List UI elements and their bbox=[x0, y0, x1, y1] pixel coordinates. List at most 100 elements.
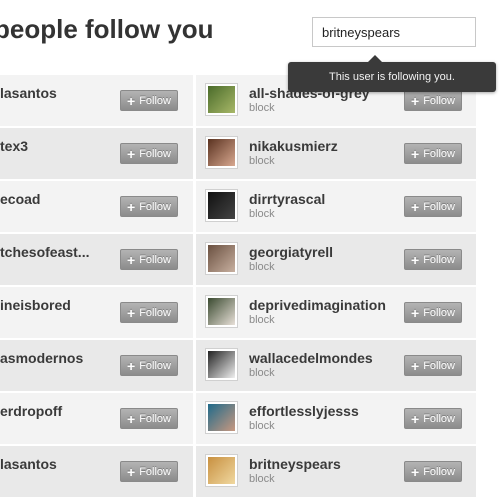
follow-button[interactable]: + Follow bbox=[404, 408, 462, 429]
follower-row: effortlesslyjesss block + Follow bbox=[196, 393, 476, 444]
avatar-image bbox=[208, 404, 235, 431]
follow-button[interactable]: + Follow bbox=[404, 461, 462, 482]
follow-button-label: Follow bbox=[139, 412, 171, 425]
follow-button[interactable]: + Follow bbox=[120, 302, 178, 323]
follow-button[interactable]: + Follow bbox=[404, 90, 462, 111]
follow-button-label: Follow bbox=[423, 465, 455, 478]
follower-row: lasantos + Follow bbox=[0, 75, 193, 126]
follower-row: ineisbored + Follow bbox=[0, 287, 193, 338]
username-link[interactable]: britneyspears bbox=[249, 456, 341, 472]
follow-button-label: Follow bbox=[139, 465, 171, 478]
followers-grid: lasantos + Follow tex3 + Follow ecoad + Follow tc… bbox=[0, 74, 500, 502]
follow-button[interactable]: + Follow bbox=[120, 196, 178, 217]
avatar[interactable] bbox=[205, 454, 238, 487]
username-link[interactable]: ineisbored bbox=[0, 297, 71, 313]
plus-icon: + bbox=[411, 357, 420, 374]
plus-icon: + bbox=[127, 198, 136, 215]
plus-icon: + bbox=[411, 145, 420, 162]
username-link[interactable]: wallacedelmondes bbox=[249, 350, 373, 366]
avatar[interactable] bbox=[205, 295, 238, 328]
plus-icon: + bbox=[127, 251, 136, 268]
avatar[interactable] bbox=[205, 83, 238, 116]
username-link[interactable]: nikakusmierz bbox=[249, 138, 338, 154]
follower-row: erdropoff + Follow bbox=[0, 393, 193, 444]
follow-button[interactable]: + Follow bbox=[120, 143, 178, 164]
username-link[interactable]: deprivedimagination bbox=[249, 297, 386, 313]
plus-icon: + bbox=[411, 463, 420, 480]
follow-button-label: Follow bbox=[139, 359, 171, 372]
avatar[interactable] bbox=[205, 348, 238, 381]
follower-row: wallacedelmondes block + Follow bbox=[196, 340, 476, 391]
follower-row: asmodernos + Follow bbox=[0, 340, 193, 391]
follower-row: nikakusmierz block + Follow bbox=[196, 128, 476, 179]
plus-icon: + bbox=[411, 304, 420, 321]
follow-button[interactable]: + Follow bbox=[120, 90, 178, 111]
avatar[interactable] bbox=[205, 242, 238, 275]
username-link[interactable]: lasantos bbox=[0, 456, 57, 472]
username-link[interactable]: effortlesslyjesss bbox=[249, 403, 359, 419]
follow-button[interactable]: + Follow bbox=[120, 355, 178, 376]
avatar-image bbox=[208, 245, 235, 272]
follow-button-label: Follow bbox=[423, 253, 455, 266]
avatar-image bbox=[208, 298, 235, 325]
follower-row: deprivedimagination block + Follow bbox=[196, 287, 476, 338]
plus-icon: + bbox=[127, 463, 136, 480]
follow-button-label: Follow bbox=[423, 200, 455, 213]
follower-row: dirrtyrascal block + Follow bbox=[196, 181, 476, 232]
follow-button[interactable]: + Follow bbox=[120, 249, 178, 270]
follow-button[interactable]: + Follow bbox=[404, 302, 462, 323]
follow-button-label: Follow bbox=[423, 94, 455, 107]
username-link[interactable]: lasantos bbox=[0, 85, 57, 101]
follower-row: georgiatyrell block + Follow bbox=[196, 234, 476, 285]
username-link[interactable]: asmodernos bbox=[0, 350, 83, 366]
follow-button-label: Follow bbox=[423, 359, 455, 372]
follow-button[interactable]: + Follow bbox=[120, 461, 178, 482]
username-link[interactable]: ecoad bbox=[0, 191, 40, 207]
follower-row: britneyspears block + Follow bbox=[196, 446, 476, 497]
follow-button[interactable]: + Follow bbox=[120, 408, 178, 429]
follow-button-label: Follow bbox=[423, 412, 455, 425]
plus-icon: + bbox=[127, 410, 136, 427]
avatar-image bbox=[208, 192, 235, 219]
avatar-image bbox=[208, 457, 235, 484]
follow-button-label: Follow bbox=[139, 147, 171, 160]
follower-row: tchesofeast... + Follow bbox=[0, 234, 193, 285]
avatar[interactable] bbox=[205, 401, 238, 434]
username-link[interactable]: erdropoff bbox=[0, 403, 62, 419]
block-link[interactable]: block bbox=[249, 261, 275, 273]
block-link[interactable]: block bbox=[249, 102, 275, 114]
block-link[interactable]: block bbox=[249, 208, 275, 220]
username-link[interactable]: georgiatyrell bbox=[249, 244, 333, 260]
plus-icon: + bbox=[127, 145, 136, 162]
block-link[interactable]: block bbox=[249, 420, 275, 432]
username-link[interactable]: dirrtyrascal bbox=[249, 191, 325, 207]
avatar-image bbox=[208, 86, 235, 113]
avatar[interactable] bbox=[205, 189, 238, 222]
follow-button-label: Follow bbox=[139, 306, 171, 319]
follow-button-label: Follow bbox=[423, 147, 455, 160]
search-input[interactable] bbox=[312, 17, 476, 47]
username-link[interactable]: tex3 bbox=[0, 138, 28, 154]
plus-icon: + bbox=[411, 410, 420, 427]
page-title: people follow you bbox=[0, 14, 214, 44]
avatar-image bbox=[208, 351, 235, 378]
username-link[interactable]: tchesofeast... bbox=[0, 244, 89, 260]
plus-icon: + bbox=[127, 92, 136, 109]
follow-status-tooltip: This user is following you. bbox=[288, 55, 496, 92]
follow-button-label: Follow bbox=[423, 306, 455, 319]
follow-button[interactable]: + Follow bbox=[404, 196, 462, 217]
plus-icon: + bbox=[411, 251, 420, 268]
follow-button[interactable]: + Follow bbox=[404, 355, 462, 376]
follow-button[interactable]: + Follow bbox=[404, 143, 462, 164]
avatar-image bbox=[208, 139, 235, 166]
block-link[interactable]: block bbox=[249, 314, 275, 326]
follower-row: lasantos + Follow bbox=[0, 446, 193, 497]
plus-icon: + bbox=[127, 304, 136, 321]
block-link[interactable]: block bbox=[249, 155, 275, 167]
plus-icon: + bbox=[127, 357, 136, 374]
block-link[interactable]: block bbox=[249, 367, 275, 379]
follow-button-label: Follow bbox=[139, 94, 171, 107]
avatar[interactable] bbox=[205, 136, 238, 169]
block-link[interactable]: block bbox=[249, 473, 275, 485]
follow-button[interactable]: + Follow bbox=[404, 249, 462, 270]
